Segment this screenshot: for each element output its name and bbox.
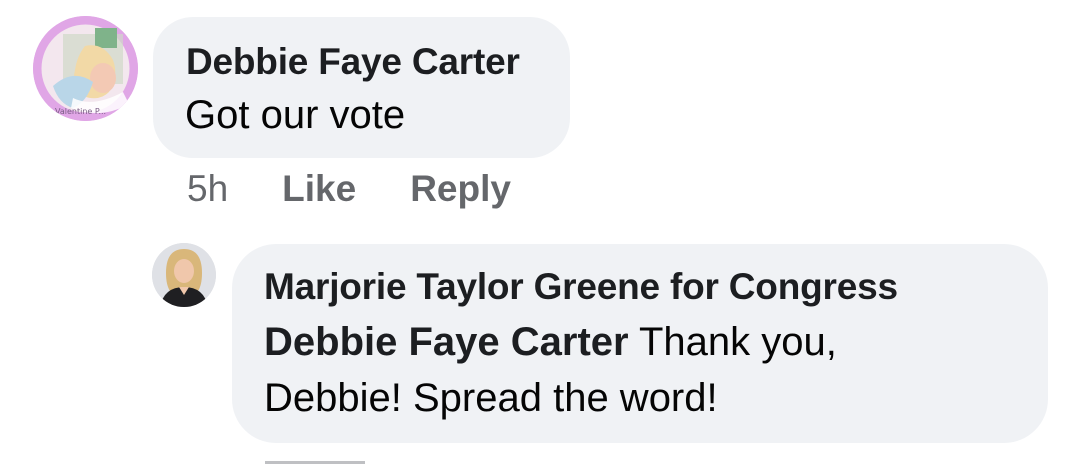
avatar-photo: Valentine P... bbox=[33, 16, 138, 121]
reply-avatar-photo bbox=[152, 243, 216, 307]
comment-text: Got our vote bbox=[185, 93, 406, 137]
avatar-caption: Valentine P... bbox=[55, 107, 106, 116]
reply-button[interactable]: Reply bbox=[410, 168, 511, 210]
avatar[interactable]: Valentine P... bbox=[33, 16, 138, 121]
comment-timestamp[interactable]: 5h bbox=[187, 168, 228, 210]
cut-off-actions bbox=[265, 455, 375, 469]
comment-bubble: Debbie Faye Carter Got our vote bbox=[153, 17, 570, 158]
reply-author[interactable]: Marjorie Taylor Greene for Congress bbox=[264, 266, 898, 308]
comment-thread: Valentine P... Debbie Faye Carter Got ou… bbox=[0, 0, 1080, 469]
reply-bubble: Marjorie Taylor Greene for Congress Debb… bbox=[232, 244, 1048, 443]
reply-text-line-1: Debbie Faye Carter Thank you, bbox=[264, 320, 837, 365]
like-button[interactable]: Like bbox=[282, 168, 356, 210]
reply-text-line-2: Debbie! Spread the word! bbox=[264, 376, 718, 420]
mention-link[interactable]: Debbie Faye Carter bbox=[264, 320, 629, 364]
reply-avatar[interactable] bbox=[152, 243, 216, 307]
comment-author[interactable]: Debbie Faye Carter bbox=[186, 41, 520, 83]
comment-actions: 5h Like Reply bbox=[187, 164, 511, 214]
reply-text-part: Thank you, bbox=[628, 320, 837, 364]
